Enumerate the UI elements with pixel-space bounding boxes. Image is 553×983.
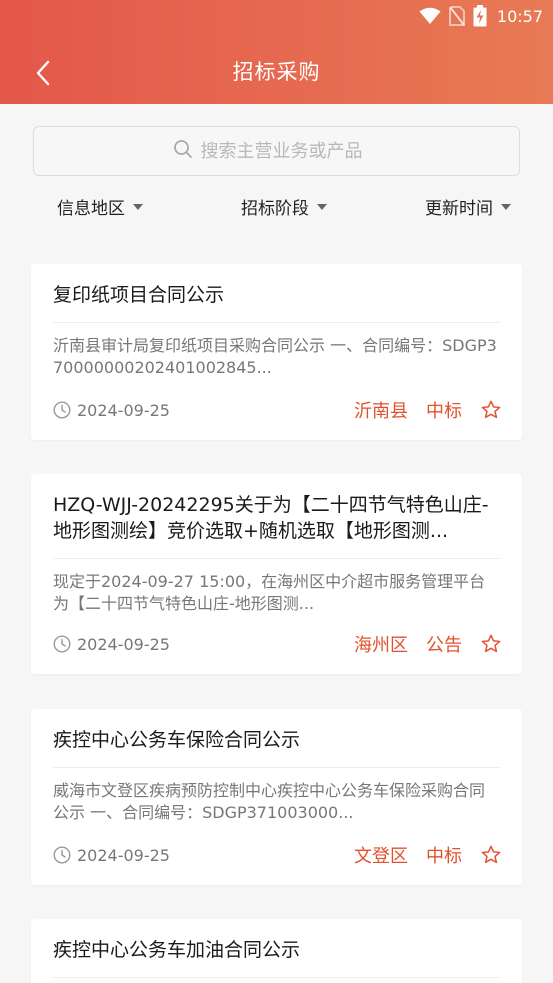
card-date: 2024-09-25 <box>53 401 170 420</box>
card-title: 复印纸项目合同公示 <box>53 264 500 323</box>
wifi-icon <box>419 7 441 25</box>
stage-tag: 中标 <box>426 401 462 422</box>
status-bar: 10:57 <box>419 0 543 32</box>
card-date-text: 2024-09-25 <box>77 634 170 654</box>
card-date-text: 2024-09-25 <box>77 845 170 865</box>
tender-card[interactable]: HZQ-WJJ-20242295关于为【二十四节气特色山庄-地形图测绘】竞价选取… <box>31 474 522 674</box>
caret-down-icon <box>133 203 143 210</box>
card-date-text: 2024-09-25 <box>77 400 170 420</box>
no-sim-icon <box>448 6 465 26</box>
tender-card[interactable]: 疾控中心公务车加油合同公示 <box>31 919 522 983</box>
clock-icon <box>53 846 71 864</box>
card-title: 疾控中心公务车保险合同公示 <box>53 709 500 768</box>
filter-stage-label: 招标阶段 <box>241 199 309 219</box>
battery-charging-icon <box>473 5 487 27</box>
filter-update-time[interactable]: 更新时间 <box>425 194 511 219</box>
region-tag: 海州区 <box>354 635 408 656</box>
card-title: HZQ-WJJ-20242295关于为【二十四节气特色山庄-地形图测绘】竞价选取… <box>53 474 500 559</box>
clock-icon <box>53 635 71 653</box>
filter-stage[interactable]: 招标阶段 <box>241 194 327 219</box>
caret-down-icon <box>501 203 511 210</box>
page-title: 招标采购 <box>232 60 321 84</box>
region-tag: 文登区 <box>354 846 408 867</box>
search-icon <box>173 139 193 164</box>
tender-card[interactable]: 复印纸项目合同公示 沂南县审计局复印纸项目采购合同公示 一、合同编号：SDGP3… <box>31 264 522 440</box>
filter-update-time-label: 更新时间 <box>425 199 493 219</box>
search-input[interactable] <box>200 140 381 162</box>
card-description: 威海市文登区疾病预防控制中心疾控中心公务车保险采购合同公示 一、合同编号：SDG… <box>53 781 486 822</box>
star-icon[interactable] <box>480 399 502 421</box>
status-time: 10:57 <box>496 6 543 26</box>
stage-tag: 中标 <box>426 846 462 867</box>
filter-region-label: 信息地区 <box>57 199 125 219</box>
app-header: 10:57 招标采购 <box>0 0 553 104</box>
stage-tag: 公告 <box>426 635 462 656</box>
card-title: 疾控中心公务车加油合同公示 <box>53 919 500 978</box>
star-icon[interactable] <box>480 844 502 866</box>
card-description: 沂南县审计局复印纸项目采购合同公示 一、合同编号：SDGP37000000020… <box>53 336 497 377</box>
filter-region[interactable]: 信息地区 <box>57 194 143 219</box>
region-tag: 沂南县 <box>354 401 408 422</box>
card-footer: 2024-09-25 海州区 公告 <box>53 632 502 656</box>
card-footer: 2024-09-25 沂南县 中标 <box>53 398 502 422</box>
card-date: 2024-09-25 <box>53 635 170 654</box>
card-description: 现定于2024-09-27 15:00，在海州区中介超市服务管理平台为【二十四节… <box>53 572 486 613</box>
caret-down-icon <box>317 203 327 210</box>
card-date: 2024-09-25 <box>53 846 170 865</box>
search-box[interactable] <box>33 126 520 176</box>
card-footer: 2024-09-25 文登区 中标 <box>53 843 502 867</box>
tender-card[interactable]: 疾控中心公务车保险合同公示 威海市文登区疾病预防控制中心疾控中心公务车保险采购合… <box>31 709 522 885</box>
filter-bar: 信息地区 招标阶段 更新时间 <box>0 194 553 226</box>
star-icon[interactable] <box>480 633 502 655</box>
main-content: 信息地区 招标阶段 更新时间 复印纸项目合同公示 沂南县审计局复印纸项目采购合同… <box>0 104 553 983</box>
clock-icon <box>53 401 71 419</box>
